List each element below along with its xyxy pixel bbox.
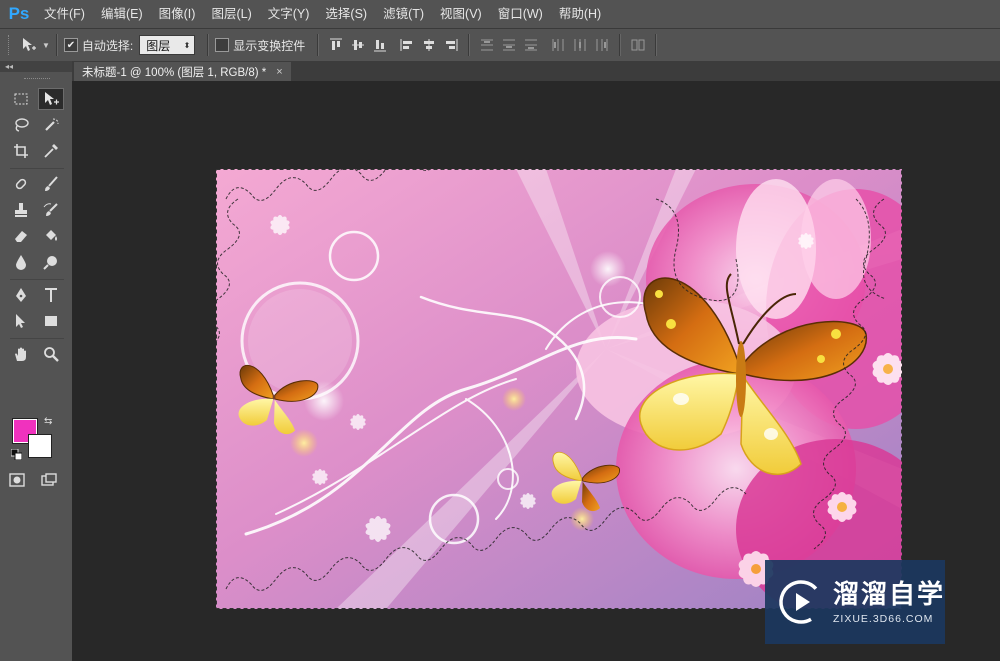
- swap-colors-icon[interactable]: ⇆: [44, 416, 52, 427]
- quick-mask-mode-icon[interactable]: [8, 471, 26, 494]
- divider: [317, 34, 320, 56]
- screen-mode-icon[interactable]: [40, 471, 58, 494]
- menu-layer[interactable]: 图层(L): [203, 0, 259, 28]
- chevron-down-icon: ▼: [42, 40, 50, 50]
- menu-file[interactable]: 文件(F): [36, 0, 93, 28]
- align-top-icon[interactable]: [328, 37, 344, 53]
- canvas-artwork: [216, 169, 902, 609]
- menu-type[interactable]: 文字(Y): [260, 0, 318, 28]
- collapse-panel-icon[interactable]: ◂◂: [0, 61, 72, 72]
- distribute-hcenter-icon[interactable]: [572, 37, 588, 53]
- divider: [10, 279, 64, 280]
- play-logo-icon: [779, 580, 823, 624]
- watermark-badge: 溜溜自学 ZIXUE.3D66.COM: [765, 560, 945, 644]
- menu-image[interactable]: 图像(I): [151, 0, 204, 28]
- pen-tool-icon[interactable]: [8, 284, 34, 306]
- eyedropper-tool-icon[interactable]: [38, 140, 64, 162]
- dodge-tool-icon[interactable]: [38, 251, 64, 273]
- divider: [10, 168, 64, 169]
- blur-tool-icon[interactable]: [8, 251, 34, 273]
- auto-select-label: 自动选择:: [81, 38, 134, 53]
- auto-select-checkbox[interactable]: ✔: [63, 38, 78, 52]
- document-canvas[interactable]: [216, 169, 902, 609]
- type-tool-icon[interactable]: [38, 284, 64, 306]
- menu-filter[interactable]: 滤镜(T): [375, 0, 432, 28]
- move-tool-icon[interactable]: [38, 88, 64, 110]
- show-transform-checkbox[interactable]: [215, 38, 230, 52]
- hand-tool-icon[interactable]: [8, 343, 34, 365]
- lasso-tool-icon[interactable]: [8, 114, 34, 136]
- rect-marquee-tool-icon[interactable]: [8, 88, 34, 110]
- auto-align-layers-icon[interactable]: [630, 37, 646, 53]
- distribute-top-icon[interactable]: [479, 37, 495, 53]
- menu-bar: Ps 文件(F) 编辑(E) 图像(I) 图层(L) 文字(Y) 选择(S) 滤…: [0, 0, 1000, 29]
- eraser-tool-icon[interactable]: [8, 225, 34, 247]
- crop-tool-icon[interactable]: [8, 140, 34, 162]
- brush-tool-icon[interactable]: [38, 173, 64, 195]
- healing-brush-tool-icon[interactable]: [8, 173, 34, 195]
- options-grip[interactable]: [8, 35, 12, 55]
- close-icon[interactable]: ×: [276, 66, 282, 78]
- align-bottom-icon[interactable]: [372, 37, 388, 53]
- distribute-right-icon[interactable]: [594, 37, 610, 53]
- updown-arrows-icon: ⬍: [183, 40, 191, 50]
- auto-select-target-dropdown[interactable]: 图层 ⬍: [139, 35, 196, 55]
- divider: [55, 34, 58, 56]
- divider: [619, 34, 622, 56]
- divider: [655, 34, 658, 56]
- align-right-icon[interactable]: [443, 37, 459, 53]
- document-tab[interactable]: 未标题-1 @ 100% (图层 1, RGB/8) * ×: [74, 62, 291, 81]
- photoshop-logo: Ps: [8, 4, 30, 23]
- menu-edit[interactable]: 编辑(E): [93, 0, 151, 28]
- divider: [10, 338, 64, 339]
- path-selection-tool-icon[interactable]: [8, 310, 34, 332]
- tool-preset-picker[interactable]: ▼: [18, 37, 50, 53]
- document-tab-bar: 未标题-1 @ 100% (图层 1, RGB/8) * ×: [72, 61, 1000, 82]
- toolbox-grip[interactable]: [24, 78, 50, 82]
- toolbox-panel: ◂◂ ⇆: [0, 61, 73, 661]
- divider: [468, 34, 471, 56]
- align-left-icon[interactable]: [399, 37, 415, 53]
- history-brush-tool-icon[interactable]: [38, 199, 64, 221]
- auto-select-target-value: 图层: [146, 38, 171, 53]
- align-vertical-center-icon[interactable]: [350, 37, 366, 53]
- clone-stamp-tool-icon[interactable]: [8, 199, 34, 221]
- menu-view[interactable]: 视图(V): [432, 0, 490, 28]
- paint-bucket-tool-icon[interactable]: [38, 225, 64, 247]
- default-colors-icon[interactable]: [11, 449, 22, 460]
- watermark-title: 溜溜自学: [833, 579, 946, 610]
- checkmark-icon: ✔: [66, 39, 76, 51]
- divider: [207, 34, 210, 56]
- menu-window[interactable]: 窗口(W): [490, 0, 551, 28]
- document-tab-title: 未标题-1 @ 100% (图层 1, RGB/8) *: [82, 66, 267, 79]
- menu-select[interactable]: 选择(S): [317, 0, 375, 28]
- distribute-left-icon[interactable]: [550, 37, 566, 53]
- background-color-swatch[interactable]: [28, 434, 52, 458]
- align-horizontal-center-icon[interactable]: [421, 37, 437, 53]
- quick-selection-tool-icon[interactable]: [38, 114, 64, 136]
- options-bar: ▼ ✔ 自动选择: 图层 ⬍ 显示变换控件: [0, 29, 1000, 62]
- zoom-tool-icon[interactable]: [38, 343, 64, 365]
- distribute-bottom-icon[interactable]: [523, 37, 539, 53]
- show-transform-label: 显示变换控件: [233, 38, 306, 53]
- distribute-vcenter-icon[interactable]: [501, 37, 517, 53]
- move-tool-icon: [23, 38, 36, 51]
- menu-help[interactable]: 帮助(H): [551, 0, 609, 28]
- rectangle-tool-icon[interactable]: [38, 310, 64, 332]
- watermark-subtitle: ZIXUE.3D66.COM: [833, 612, 934, 625]
